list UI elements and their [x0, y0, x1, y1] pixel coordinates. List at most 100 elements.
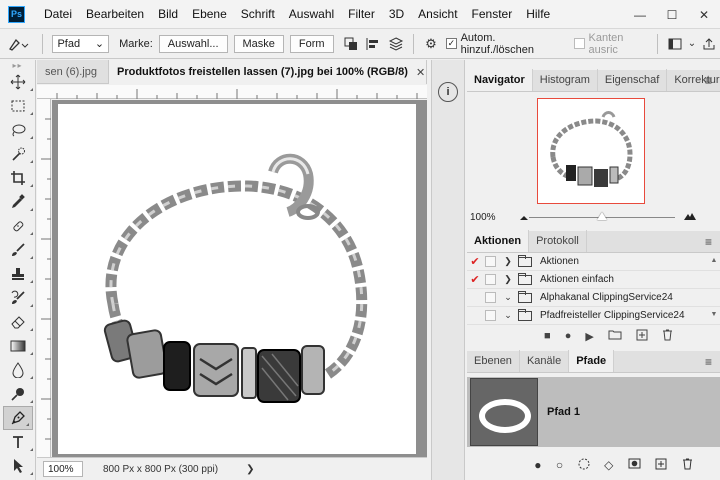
- stop-icon[interactable]: ■: [544, 330, 551, 342]
- gear-icon[interactable]: ⚙: [420, 29, 442, 59]
- menu-datei[interactable]: Datei: [37, 7, 79, 21]
- tool-mode-select[interactable]: Pfad ⌄: [52, 34, 110, 53]
- navigator-preview[interactable]: [537, 98, 645, 204]
- gradient-tool-icon[interactable]: [0, 334, 36, 358]
- tab-layers[interactable]: Ebenen: [467, 350, 520, 372]
- dialog-toggle-box[interactable]: [485, 310, 496, 321]
- menu-hilfe[interactable]: Hilfe: [519, 7, 557, 21]
- load-selection-icon[interactable]: [578, 458, 590, 473]
- zoom-out-icon[interactable]: [519, 213, 529, 224]
- lasso-tool-icon[interactable]: [0, 118, 36, 142]
- marquee-tool-icon[interactable]: [0, 94, 36, 118]
- fill-path-icon[interactable]: ●: [534, 458, 541, 472]
- menu-auswahl[interactable]: Auswahl: [282, 7, 341, 21]
- quick-selection-tool-icon[interactable]: [0, 142, 36, 166]
- collapse-arrow-icon[interactable]: ⌄: [502, 310, 514, 321]
- toggle-check-icon[interactable]: ✔: [467, 273, 483, 286]
- auto-add-delete-checkbox[interactable]: ✓ Autom. hinzuf./löschen: [446, 32, 564, 56]
- dialog-toggle-box[interactable]: [485, 256, 496, 267]
- navigator-zoom-value[interactable]: 100%: [467, 212, 505, 223]
- new-path-icon[interactable]: [655, 458, 667, 473]
- action-set-row[interactable]: ⌄ Alphakanal ClippingService24: [467, 289, 720, 307]
- new-set-folder-icon[interactable]: [608, 329, 622, 343]
- close-icon[interactable]: ✕: [416, 66, 425, 79]
- zoom-in-icon[interactable]: [683, 211, 697, 224]
- path-operations-icon[interactable]: [340, 29, 362, 59]
- close-window-button[interactable]: ✕: [688, 0, 720, 29]
- tab-adjustments[interactable]: Korrekture: [667, 69, 720, 91]
- expand-arrow-icon[interactable]: ❯: [502, 256, 514, 267]
- maximize-button[interactable]: ☐: [656, 0, 688, 29]
- tab-actions[interactable]: Aktionen: [467, 230, 530, 252]
- document-tab-active[interactable]: Produktfotos freistellen lassen (7).jpg …: [109, 60, 427, 84]
- minimize-button[interactable]: —: [624, 0, 656, 29]
- type-tool-icon[interactable]: [0, 430, 36, 454]
- shape-button[interactable]: Form: [289, 34, 334, 53]
- clone-stamp-tool-icon[interactable]: [0, 262, 36, 286]
- path-alignment-icon[interactable]: [362, 29, 384, 59]
- toolbar-grip-icon[interactable]: ▸▸: [0, 60, 35, 70]
- workspace-chevron-icon[interactable]: ⌄: [686, 29, 697, 59]
- eyedropper-tool-icon[interactable]: [0, 190, 36, 214]
- mask-button[interactable]: Maske: [233, 34, 284, 53]
- toggle-check-icon[interactable]: ✔: [467, 255, 483, 268]
- panel-menu-icon[interactable]: ≡: [705, 74, 712, 88]
- tab-paths[interactable]: Pfade: [569, 350, 615, 372]
- menu-schrift[interactable]: Schrift: [234, 7, 282, 21]
- menu-bild[interactable]: Bild: [151, 7, 185, 21]
- healing-brush-tool-icon[interactable]: [0, 214, 36, 238]
- blur-tool-icon[interactable]: [0, 358, 36, 382]
- action-set-row[interactable]: ✔ ❯ Aktionen: [467, 253, 720, 271]
- dialog-toggle-box[interactable]: [485, 274, 496, 285]
- zoom-slider-thumb[interactable]: [597, 212, 607, 220]
- workspace-icon[interactable]: [664, 29, 686, 59]
- panel-menu-icon[interactable]: ≡: [705, 235, 712, 249]
- move-tool-icon[interactable]: [0, 70, 36, 94]
- menu-filter[interactable]: Filter: [341, 7, 382, 21]
- menu-3d[interactable]: 3D: [382, 7, 411, 21]
- scroll-down-icon[interactable]: ▼: [710, 311, 718, 318]
- menu-ebene[interactable]: Ebene: [185, 7, 234, 21]
- stroke-path-icon[interactable]: ○: [556, 458, 563, 472]
- navigator-zoom-slider[interactable]: [529, 212, 675, 220]
- document-tab-inactive[interactable]: sen (6).jpg: [37, 60, 109, 84]
- dialog-toggle-box[interactable]: [485, 292, 496, 303]
- dodge-tool-icon[interactable]: [0, 382, 36, 406]
- collapse-arrow-icon[interactable]: ⌄: [502, 292, 514, 303]
- brush-tool-icon[interactable]: [0, 238, 36, 262]
- selection-button[interactable]: Auswahl...: [158, 34, 228, 53]
- zoom-input[interactable]: 100%: [43, 461, 83, 477]
- share-icon[interactable]: [698, 29, 720, 59]
- path-arrangement-icon[interactable]: [384, 29, 406, 59]
- menu-fenster[interactable]: Fenster: [465, 7, 520, 21]
- document-canvas[interactable]: [58, 104, 416, 454]
- tab-properties[interactable]: Eigenschaf: [598, 69, 668, 91]
- new-action-icon[interactable]: [636, 329, 648, 344]
- pen-tool-icon[interactable]: [3, 406, 33, 430]
- menu-ansicht[interactable]: Ansicht: [411, 7, 464, 21]
- make-work-path-icon[interactable]: ◇: [604, 458, 613, 472]
- status-menu-arrow-icon[interactable]: ❯: [246, 464, 254, 475]
- scroll-up-icon[interactable]: ▲: [710, 257, 718, 264]
- info-icon[interactable]: i: [438, 82, 458, 102]
- canvas-area[interactable]: [52, 100, 427, 457]
- crop-tool-icon[interactable]: [0, 166, 36, 190]
- tab-history[interactable]: Protokoll: [529, 230, 587, 252]
- add-mask-icon[interactable]: [628, 458, 641, 472]
- tab-navigator[interactable]: Navigator: [467, 69, 533, 91]
- play-icon[interactable]: ▶: [585, 330, 593, 343]
- action-set-row[interactable]: ⌄ Pfadfreisteller ClippingService24: [467, 307, 720, 325]
- tab-histogram[interactable]: Histogram: [533, 69, 598, 91]
- menu-bearbeiten[interactable]: Bearbeiten: [79, 7, 151, 21]
- eraser-tool-icon[interactable]: [0, 310, 36, 334]
- tab-channels[interactable]: Kanäle: [520, 350, 570, 372]
- trash-icon[interactable]: [682, 458, 693, 473]
- panel-menu-icon[interactable]: ≡: [705, 355, 712, 369]
- history-brush-tool-icon[interactable]: [0, 286, 36, 310]
- expand-arrow-icon[interactable]: ❯: [502, 274, 514, 285]
- pen-tool-preset-icon[interactable]: [0, 29, 36, 59]
- path-row-selected[interactable]: Pfad 1: [467, 377, 720, 447]
- record-icon[interactable]: ●: [565, 330, 572, 342]
- path-selection-tool-icon[interactable]: [0, 454, 36, 478]
- action-set-row[interactable]: ✔ ❯ Aktionen einfach: [467, 271, 720, 289]
